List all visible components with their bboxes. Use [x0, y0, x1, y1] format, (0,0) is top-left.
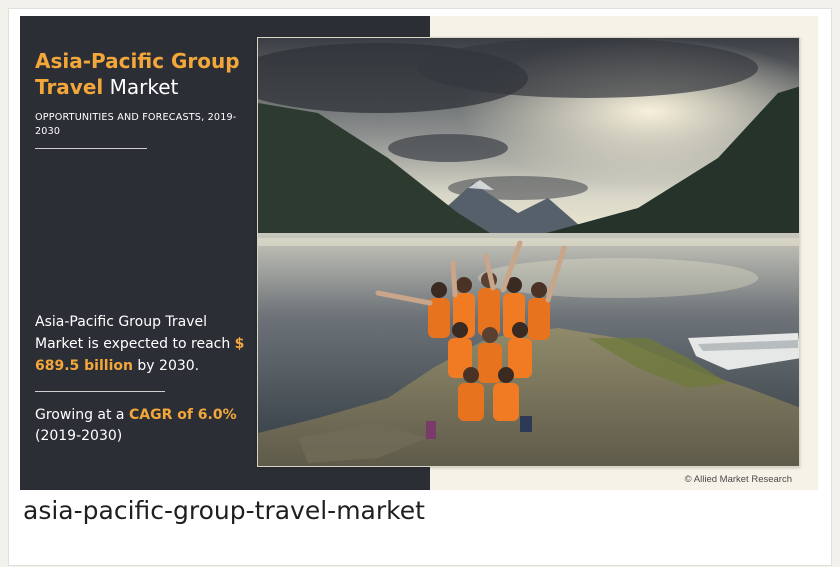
forecast-prefix: Asia-Pacific Group Travel Market is expe…: [35, 314, 235, 352]
forecast-suffix: by 2030.: [132, 358, 200, 374]
image-caption: asia-pacific-group-travel-market: [23, 496, 425, 525]
group-travel-photo: [257, 37, 800, 467]
growth-value: CAGR of 6.0%: [128, 407, 237, 423]
market-forecast-text: Asia-Pacific Group Travel Market is expe…: [35, 311, 250, 377]
fact-divider: [35, 391, 165, 392]
growth-text: Growing at a CAGR of 6.0% (2019-2030): [35, 405, 250, 447]
subtitle-divider: [35, 148, 147, 149]
copyright-credit: © Allied Market Research: [684, 474, 792, 485]
growth-period: (2019-2030): [35, 428, 123, 444]
title-rest: Market: [103, 75, 179, 99]
infographic-subtitle: OPPORTUNITIES AND FORECASTS, 2019-2030: [35, 112, 237, 137]
infographic-title: Asia-Pacific Group Travel Market: [35, 48, 255, 100]
growth-prefix: Growing at a: [35, 407, 129, 423]
title-highlight: Travel: [35, 75, 104, 99]
title-line-1: Asia-Pacific Group: [35, 49, 240, 73]
